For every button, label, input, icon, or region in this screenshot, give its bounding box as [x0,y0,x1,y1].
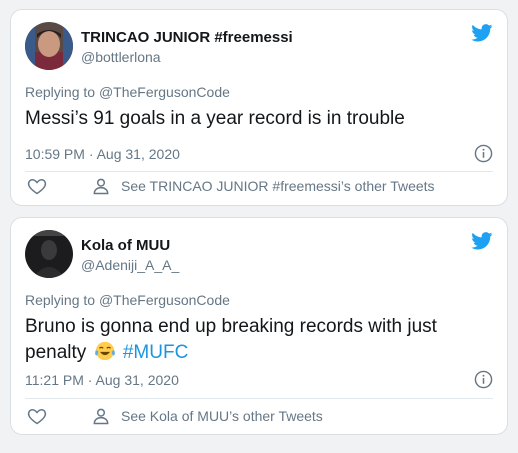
author-name[interactable]: Kola of MUU [81,237,170,254]
tweet-text-line: penalty [25,342,87,363]
hashtag-link[interactable]: #MUFC [123,342,188,363]
tweet-timestamp[interactable]: 10:59 PM · Aug 31, 2020 [25,146,180,162]
tweet-card: TRINCAO JUNIOR #freemessi @bottlerlona R… [10,9,508,206]
see-other-tweets-link[interactable]: See Kola of MUU’s other Tweets [121,408,323,424]
author-handle[interactable]: @Adeniji_A_A_ [81,257,179,273]
replying-to: Replying to @TheFergusonCode [25,292,230,308]
person-icon[interactable] [91,176,111,196]
see-other-tweets-link[interactable]: See TRINCAO JUNIOR #freemessi’s other Tw… [121,178,435,194]
avatar[interactable] [25,22,73,70]
tweet-card: Kola of MUU @Adeniji_A_A_ Replying to @T… [10,217,508,435]
tweet-text: Bruno is gonna end up breaking records w… [25,314,477,366]
tears-of-joy-emoji [94,340,116,362]
divider [25,171,493,172]
replying-mention-link[interactable]: @TheFergusonCode [99,292,230,308]
person-icon[interactable] [91,406,111,426]
replying-to: Replying to @TheFergusonCode [25,84,230,100]
author-name[interactable]: TRINCAO JUNIOR #freemessi [81,29,293,46]
tweet-timestamp[interactable]: 11:21 PM · Aug 31, 2020 [25,372,179,388]
heart-icon[interactable] [27,176,47,196]
replying-prefix: Replying to [25,84,99,100]
divider [25,398,493,399]
tweet-text: Messi’s 91 goals in a year record is in … [25,108,405,129]
twitter-bird-icon[interactable] [471,24,493,42]
replying-prefix: Replying to [25,292,99,308]
replying-mention-link[interactable]: @TheFergusonCode [99,84,230,100]
tweet-actions: See TRINCAO JUNIOR #freemessi’s other Tw… [25,174,493,198]
tweet-text-line: Bruno is gonna end up breaking records w… [25,316,437,337]
twitter-bird-icon[interactable] [471,232,493,250]
avatar[interactable] [25,230,73,278]
tweet-actions: See Kola of MUU’s other Tweets [25,404,493,428]
heart-icon[interactable] [27,406,47,426]
info-icon[interactable] [474,144,493,163]
info-icon[interactable] [474,370,493,389]
author-handle[interactable]: @bottlerlona [81,49,161,65]
